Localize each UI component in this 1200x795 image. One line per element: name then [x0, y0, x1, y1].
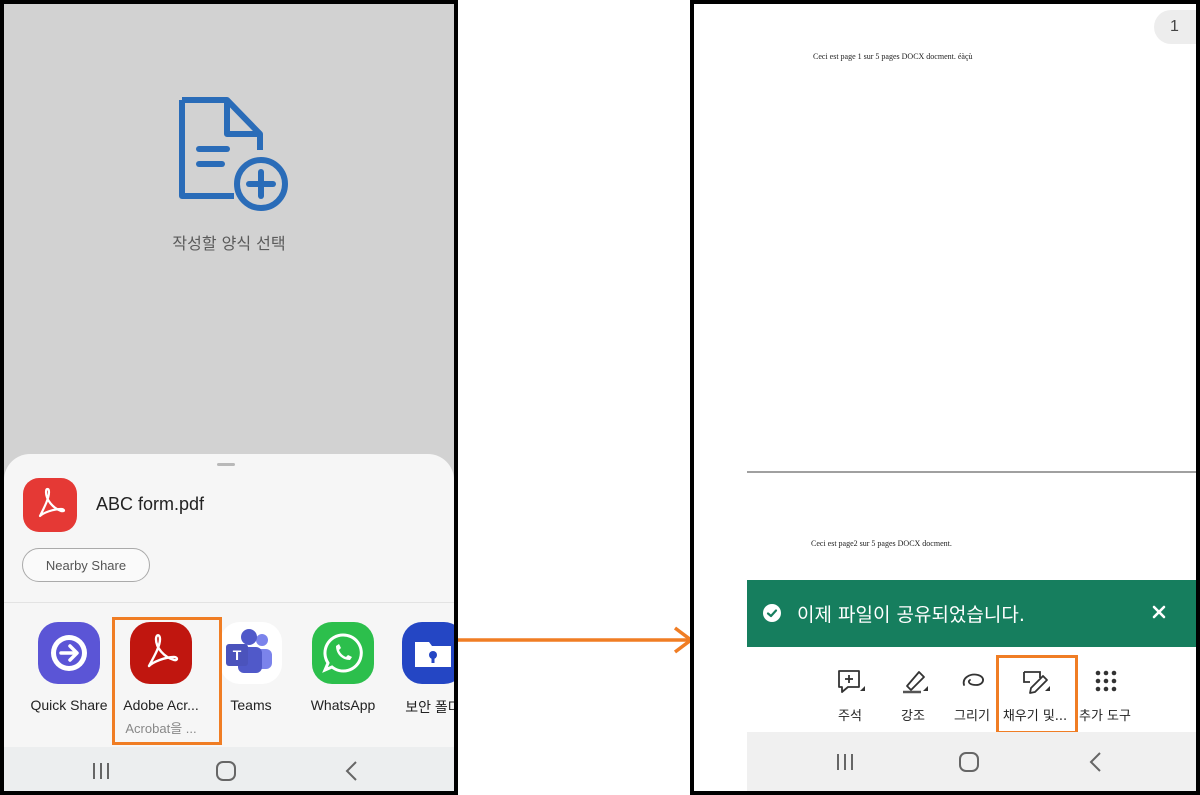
home-icon[interactable]: [214, 759, 238, 783]
recent-apps-icon[interactable]: [89, 759, 113, 783]
back-icon[interactable]: [340, 759, 364, 783]
navigation-bar: [4, 747, 454, 791]
transition-arrow: [458, 626, 694, 654]
tool-label: 추가 도구: [1079, 709, 1131, 724]
document-text-page2: Ceci est page2 sur 5 pages DOCX docment.: [811, 539, 952, 548]
page-separator: [747, 471, 1196, 473]
more-tools-icon: [1095, 670, 1117, 692]
page-number-indicator: 1: [1154, 10, 1196, 44]
app-whatsapp[interactable]: WhatsApp: [298, 622, 388, 732]
shared-file-name: ABC form.pdf: [96, 494, 205, 514]
back-icon[interactable]: [1084, 750, 1108, 774]
nearby-share-button[interactable]: Nearby Share: [22, 548, 150, 582]
app-label: 보안 폴더: [405, 699, 458, 715]
close-icon[interactable]: [1149, 602, 1169, 622]
toast-message: 이제 파일이 공유되었습니다.: [797, 604, 1025, 626]
tool-comment[interactable]: 주석: [814, 668, 886, 728]
draw-icon: [962, 673, 984, 686]
sheet-divider: [4, 602, 454, 603]
left-phone-screen: 작성할 양식 선택 ABC form.pdf Nearby Share Quic…: [0, 0, 458, 795]
add-document-icon[interactable]: [172, 94, 292, 214]
recent-apps-icon[interactable]: [833, 750, 857, 774]
pdf-file-icon: [23, 478, 77, 532]
app-quick-share[interactable]: Quick Share: [24, 622, 114, 732]
form-caption: 작성할 양식 선택: [172, 234, 286, 253]
teams-icon: T: [220, 622, 282, 684]
app-secure-folder[interactable]: 보안 폴더: [388, 622, 458, 732]
secure-folder-icon: [402, 622, 454, 684]
tool-label: 주석: [838, 709, 862, 724]
screenshot-root: 작성할 양식 선택 ABC form.pdf Nearby Share Quic…: [0, 0, 1200, 795]
app-label: WhatsApp: [310, 697, 376, 713]
quick-share-icon: [38, 622, 100, 684]
check-circle-icon: [763, 604, 781, 622]
highlight-box-fill-sign: [996, 655, 1078, 734]
highlight-box-adobe: [112, 617, 222, 745]
share-sheet: ABC form.pdf Nearby Share Quick Share Ad…: [4, 454, 454, 791]
app-label: Quick Share: [30, 697, 108, 713]
document-text-page1: Ceci est page 1 sur 5 pages DOCX docment…: [813, 52, 973, 61]
form-picker-area[interactable]: 작성할 양식 선택: [4, 4, 454, 474]
share-toast: 이제 파일이 공유되었습니다.: [747, 580, 1196, 647]
whatsapp-icon: [312, 622, 374, 684]
home-icon[interactable]: [957, 750, 981, 774]
sheet-handle[interactable]: [217, 463, 235, 466]
highlighter-icon: [903, 671, 928, 694]
right-phone-screen: 1 Ceci est page 1 sur 5 pages DOCX docme…: [690, 0, 1200, 795]
navigation-bar: [747, 732, 1196, 791]
comment-icon: [838, 670, 865, 693]
tool-more[interactable]: 추가 도구: [1069, 668, 1141, 728]
svg-text:T: T: [233, 647, 242, 663]
